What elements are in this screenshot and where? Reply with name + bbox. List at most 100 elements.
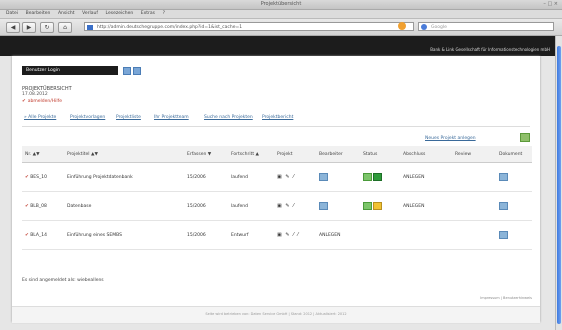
- row-number[interactable]: ✔ BES_10: [22, 162, 64, 192]
- site-favicon-icon: [87, 25, 93, 30]
- home-button[interactable]: ⌂: [58, 22, 72, 33]
- login-status-text: Es sind angemeldet als: wiebeallens: [22, 278, 104, 283]
- column-header-title[interactable]: Projektitel ▲▼: [64, 146, 184, 163]
- edit-owner-icon[interactable]: [319, 202, 328, 210]
- row-date: 15/2006: [184, 162, 228, 192]
- window-title: Projektübersicht: [260, 1, 302, 7]
- impressum-links[interactable]: Impressum | Benutzerhinweis: [480, 296, 532, 300]
- row-deadline[interactable]: ANLEGEN: [400, 191, 452, 221]
- projects-table: Nr. ▲▼ Projektitel ▲▼ Erfassen ▼ Fortsch…: [22, 146, 532, 250]
- table-row[interactable]: ✔ BLB_08 Datenbase 15/2006 laufend ▣ ✎ ⁄…: [22, 191, 532, 221]
- menu-item-help[interactable]: ?: [163, 10, 165, 18]
- column-header-document: Dokument: [496, 146, 532, 163]
- login-box[interactable]: Benutzer Login: [22, 66, 118, 75]
- browser-window: Projektübersicht – □ × Datei Bearbeiten …: [0, 0, 562, 330]
- row-review: [452, 191, 496, 221]
- menu-item-view[interactable]: Ansicht: [58, 10, 75, 18]
- status-ok-icon[interactable]: [363, 173, 372, 181]
- row-progress: Entwurf: [228, 220, 274, 250]
- column-header-project: Projekt: [274, 146, 316, 163]
- column-header-owner: Bearbeiter: [316, 146, 360, 163]
- menu-item-bookmarks[interactable]: Lesezeichen: [106, 10, 134, 18]
- row-document[interactable]: [496, 191, 532, 221]
- row-title[interactable]: Einführung eines SEMBS: [64, 220, 184, 250]
- document-icon[interactable]: [499, 202, 508, 210]
- menu-item-edit[interactable]: Bearbeiten: [26, 10, 51, 18]
- back-button[interactable]: ◀: [6, 22, 20, 33]
- address-bar[interactable]: http://admin.deutschegruppe.com/index.ph…: [84, 22, 414, 31]
- scrollbar-thumb[interactable]: [557, 46, 561, 324]
- row-status: [360, 220, 400, 250]
- status-yellow-icon: [373, 202, 383, 210]
- table-header-row: Nr. ▲▼ Projektitel ▲▼ Erfassen ▼ Fortsch…: [22, 146, 532, 163]
- forward-button[interactable]: ▶: [22, 22, 36, 33]
- row-review: [452, 162, 496, 192]
- row-deadline[interactable]: [400, 220, 452, 250]
- edit-owner-icon[interactable]: [319, 173, 328, 181]
- page-date: 17.08.2012: [22, 92, 48, 97]
- tab-search[interactable]: Suche nach Projekten: [204, 115, 253, 120]
- address-bar-text: http://admin.deutschegruppe.com/index.ph…: [97, 25, 243, 30]
- row-tools[interactable]: ▣ ✎ ⁄ ⁄: [274, 220, 316, 250]
- tab-project-team[interactable]: Ihr Projektteam: [154, 115, 189, 120]
- menu-item-file[interactable]: Datei: [6, 10, 18, 18]
- row-date: 15/2006: [184, 191, 228, 221]
- document-icon[interactable]: [499, 173, 508, 181]
- tab-project-list[interactable]: Projektliste: [116, 115, 141, 120]
- navigation-toolbar: ◀ ▶ ↻ ⌂ http://admin.deutschegruppe.com/…: [0, 19, 562, 36]
- user-icon[interactable]: [123, 67, 131, 75]
- reload-button[interactable]: ↻: [40, 22, 54, 33]
- calendar-icon[interactable]: [133, 67, 141, 75]
- row-document[interactable]: [496, 220, 532, 250]
- row-status: [360, 162, 400, 192]
- window-controls[interactable]: – □ ×: [543, 1, 558, 7]
- column-header-status: Status: [360, 146, 400, 163]
- title-bar: Projektübersicht – □ ×: [0, 0, 562, 10]
- page-content: Benutzer Login PROJEKTÜBERSICHT 17.08.20…: [12, 56, 540, 323]
- column-header-date[interactable]: Erfassen ▼: [184, 146, 228, 163]
- table-row[interactable]: ✔ BLA_14 Einführung eines SEMBS 15/2006 …: [22, 220, 532, 250]
- row-owner[interactable]: ANLEGEN: [316, 220, 360, 250]
- row-document[interactable]: [496, 162, 532, 192]
- column-header-review: Review: [452, 146, 496, 163]
- row-title[interactable]: Datenbase: [64, 191, 184, 221]
- logout-link[interactable]: abmelden/Hilfe: [22, 99, 62, 104]
- search-engine-icon: [421, 24, 427, 30]
- row-date: 15/2006: [184, 220, 228, 250]
- row-progress: laufend: [228, 191, 274, 221]
- document-icon[interactable]: [499, 231, 508, 239]
- row-progress: laufend: [228, 162, 274, 192]
- footer-text: Seite wird betrieben von: Daten Service …: [205, 312, 347, 316]
- new-project-icon[interactable]: [520, 133, 530, 142]
- row-tools[interactable]: ▣ ✎ ⁄: [274, 191, 316, 221]
- site-header: Bank & Link Gesellschaft für Information…: [0, 36, 556, 56]
- tab-report[interactable]: Projektbericht: [262, 115, 293, 120]
- project-tabs: » Alle Projekte Projektvorlagen Projektl…: [22, 112, 530, 127]
- vertical-scrollbar[interactable]: [555, 36, 562, 330]
- tab-all-projects[interactable]: » Alle Projekte: [24, 115, 56, 120]
- column-header-progress[interactable]: Fortschritt ▲: [228, 146, 274, 163]
- table-row[interactable]: ✔ BES_10 Einführung Projektdatenbank 15/…: [22, 162, 532, 192]
- search-placeholder: Google: [431, 25, 447, 30]
- row-owner[interactable]: [316, 191, 360, 221]
- search-box[interactable]: Google: [418, 22, 554, 31]
- login-icons: [123, 67, 143, 77]
- row-deadline[interactable]: ANLEGEN: [400, 162, 452, 192]
- menu-item-tools[interactable]: Extras: [141, 10, 155, 18]
- row-owner[interactable]: [316, 162, 360, 192]
- column-header-deadline: Abschluss: [400, 146, 452, 163]
- column-header-nr[interactable]: Nr. ▲▼: [22, 146, 64, 163]
- row-status: [360, 191, 400, 221]
- row-number[interactable]: ✔ BLA_14: [22, 220, 64, 250]
- menu-item-history[interactable]: Verlauf: [82, 10, 98, 18]
- status-green-icon: [373, 173, 383, 181]
- bookmark-star-icon[interactable]: [398, 22, 406, 30]
- new-project-link[interactable]: Neues Projekt anlegen: [425, 136, 476, 141]
- tab-templates[interactable]: Projektvorlagen: [70, 115, 105, 120]
- status-ok-icon[interactable]: [363, 202, 372, 210]
- row-review: [452, 220, 496, 250]
- row-tools[interactable]: ▣ ✎ ⁄: [274, 162, 316, 192]
- row-number[interactable]: ✔ BLB_08: [22, 191, 64, 221]
- row-title[interactable]: Einführung Projektdatenbank: [64, 162, 184, 192]
- site-tagline: Bank & Link Gesellschaft für Information…: [430, 47, 550, 52]
